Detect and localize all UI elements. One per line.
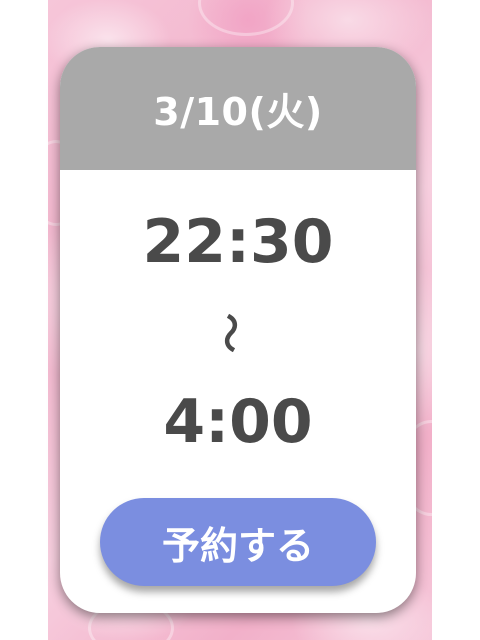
page: 3/10(火) 22:30 〜 4:00 予約する [0, 0, 480, 640]
time-range-separator: 〜 [206, 313, 252, 353]
date-label: 3/10(火) [153, 90, 323, 134]
reserve-button[interactable]: 予約する [100, 498, 376, 586]
schedule-card: 3/10(火) 22:30 〜 4:00 予約する [60, 47, 416, 613]
background-swirl [198, 0, 294, 36]
end-time: 4:00 [163, 387, 313, 457]
date-header: 3/10(火) [60, 47, 416, 170]
